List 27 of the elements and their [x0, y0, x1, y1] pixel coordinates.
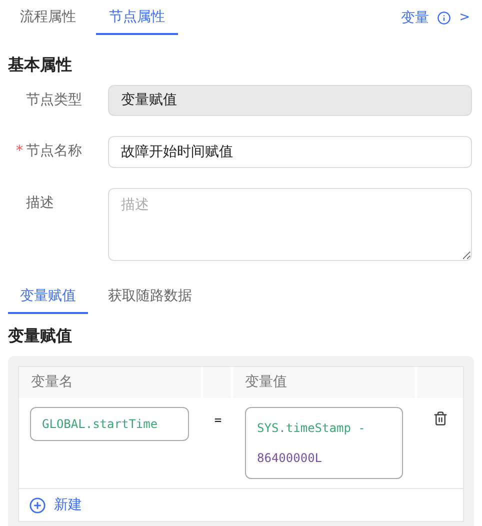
column-header: 变量值	[233, 367, 417, 398]
code-field[interactable]: GLOBAL.startTime	[30, 407, 189, 441]
field-label: 节点名称	[26, 142, 82, 161]
add-button[interactable]: 新建	[54, 494, 82, 516]
section-title: 变量赋值	[6, 325, 73, 347]
section-title: 基本属性	[7, 54, 73, 76]
variables-link[interactable]: 变量	[401, 8, 430, 28]
code-token: GLOBAL.startTime	[42, 417, 158, 431]
add-icon	[29, 496, 46, 514]
info-icon	[437, 11, 452, 25]
field-label: 节点类型	[26, 91, 82, 110]
column-header: 变量名	[19, 367, 203, 398]
sub-tab[interactable]: 获取随路数据	[96, 281, 204, 314]
delete-icon[interactable]	[432, 411, 448, 426]
code-token: 86400000L	[257, 450, 322, 467]
readonly-field: 变量赋值	[108, 85, 472, 116]
code-field[interactable]: SYS.timeStamp - 86400000L	[245, 407, 403, 479]
code-token: SYS.timeStamp -	[257, 420, 366, 437]
field-label: 描述	[26, 194, 54, 213]
input-field[interactable]: 故障开始时间赋值	[108, 136, 472, 168]
tab[interactable]: 节点属性	[96, 1, 178, 35]
sub-tab[interactable]: 变量赋值	[8, 281, 88, 314]
required-mark: *	[16, 142, 22, 161]
arrow-link[interactable]: >	[459, 8, 470, 28]
tab[interactable]: 流程属性	[8, 1, 88, 35]
equals-sign: =	[213, 412, 223, 429]
textarea-field[interactable]: 描述	[108, 188, 472, 261]
